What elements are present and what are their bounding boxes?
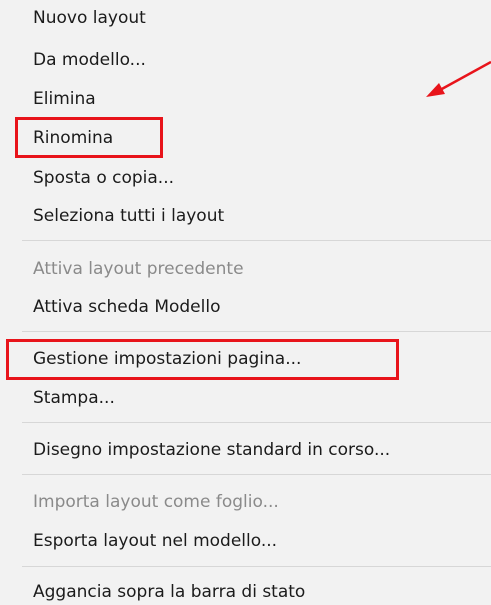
red-arrow-icon — [426, 60, 491, 97]
